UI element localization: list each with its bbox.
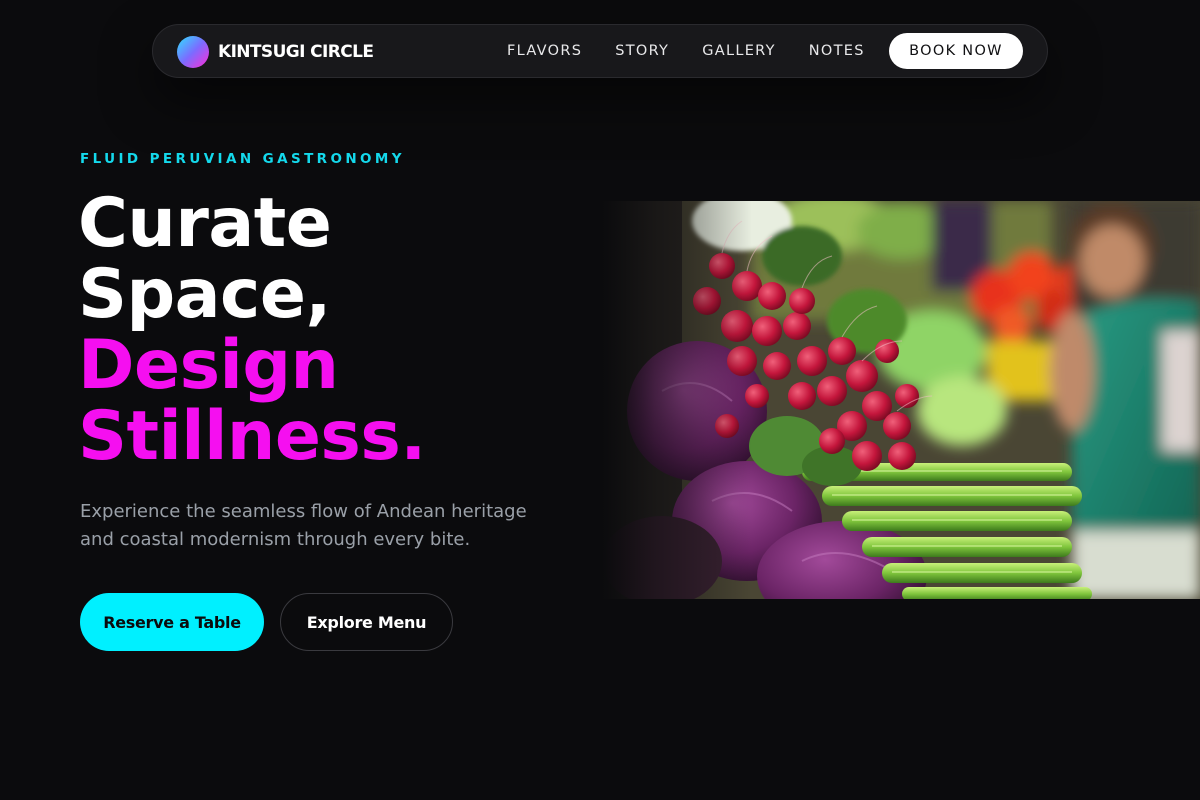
hero-image-market-vegetables [602, 201, 1200, 599]
nav-links: FLAVORS STORY GALLERY NOTES [507, 25, 898, 77]
nav-link-story[interactable]: STORY [615, 43, 669, 59]
headline-line-2: Space, [78, 255, 331, 334]
hero-eyebrow: FLUID PERUVIAN GASTRONOMY [80, 151, 405, 167]
book-now-button[interactable]: BOOK NOW [889, 33, 1023, 69]
headline-line-3: Design [78, 326, 339, 405]
headline-line-4: Stillness. [78, 401, 426, 472]
page: KINTSUGI CIRCLE FLAVORS STORY GALLERY NO… [0, 0, 1200, 800]
brand-name: KINTSUGI CIRCLE [218, 42, 374, 62]
headline-line-4-text: Stillness [78, 397, 401, 476]
headline-line-1: Curate [78, 184, 332, 263]
headline-period: . [400, 397, 426, 476]
brand[interactable]: KINTSUGI CIRCLE [177, 36, 374, 68]
brand-logo-icon [177, 36, 209, 68]
nav-link-notes[interactable]: NOTES [809, 43, 865, 59]
nav-link-gallery[interactable]: GALLERY [702, 43, 776, 59]
reserve-table-button[interactable]: Reserve a Table [80, 593, 264, 651]
nav-link-flavors[interactable]: FLAVORS [507, 43, 582, 59]
explore-menu-button[interactable]: Explore Menu [280, 593, 453, 651]
hero-subtext: Experience the seamless flow of Andean h… [80, 501, 527, 550]
top-nav: KINTSUGI CIRCLE FLAVORS STORY GALLERY NO… [152, 24, 1048, 78]
market-photo-illustration [602, 201, 1200, 599]
hero-headline: Curate Space, Design Stillness. [78, 188, 426, 472]
